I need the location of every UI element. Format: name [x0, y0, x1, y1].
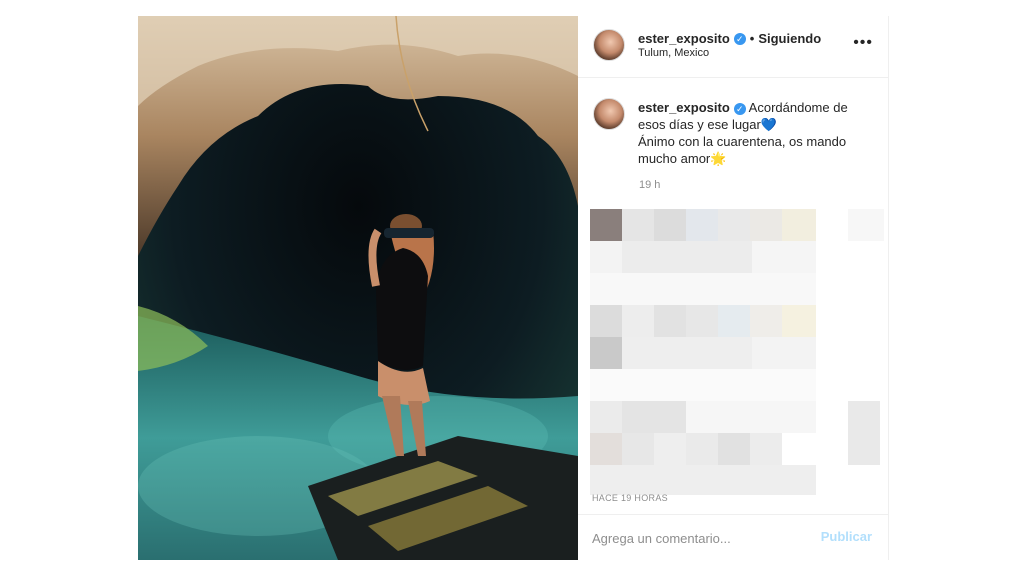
caption-age: 19 h	[639, 179, 661, 191]
post-side-panel: ester_exposito ✓ • Siguiendo Tulum, Mexi…	[578, 16, 889, 560]
blur-block	[622, 241, 752, 273]
blur-block	[590, 465, 816, 495]
blur-block	[590, 305, 622, 337]
post-header: ester_exposito ✓ • Siguiendo Tulum, Mexi…	[578, 16, 888, 78]
verified-badge-icon: ✓	[733, 103, 746, 115]
author-username-row: ester_exposito ✓ • Siguiendo	[638, 31, 821, 46]
post-timestamp[interactable]: HACE 19 HORAS	[592, 493, 668, 503]
blur-block	[750, 305, 782, 337]
blur-block	[622, 433, 654, 465]
author-avatar[interactable]	[593, 29, 625, 61]
blur-block	[654, 305, 686, 337]
caption-line-2: Ánimo con la cuarentena, os mando mucho …	[638, 134, 847, 166]
post-caption: ester_exposito ✓ Acordándome de esos días…	[638, 99, 873, 167]
blur-block	[686, 209, 718, 241]
blur-block	[686, 305, 718, 337]
more-options-icon[interactable]: •••	[853, 34, 873, 52]
blur-block	[752, 337, 816, 369]
publish-button[interactable]: Publicar	[821, 529, 872, 544]
blur-block	[686, 401, 816, 433]
blur-block	[590, 273, 816, 305]
caption-username[interactable]: ester_exposito	[638, 100, 730, 115]
blur-block	[718, 433, 750, 465]
comment-input[interactable]	[592, 527, 812, 549]
star-emoji: 🌟	[710, 151, 727, 166]
blur-block	[782, 209, 816, 241]
blur-block	[686, 433, 718, 465]
blur-block	[590, 209, 622, 241]
blur-block	[590, 337, 622, 369]
blur-block	[622, 337, 752, 369]
blur-block	[848, 401, 880, 465]
cenote-cave-image	[138, 16, 578, 560]
blur-block	[752, 241, 816, 273]
blur-block	[654, 209, 686, 241]
blur-block	[590, 433, 622, 465]
author-username[interactable]: ester_exposito	[638, 31, 730, 46]
follow-status-button[interactable]: Siguiendo	[758, 31, 821, 46]
blur-block	[750, 433, 782, 465]
comment-bar: Publicar	[578, 514, 888, 561]
blur-block	[622, 401, 686, 433]
blur-block	[718, 209, 750, 241]
blur-block	[622, 305, 654, 337]
blur-block	[622, 209, 654, 241]
verified-badge-icon: ✓	[733, 32, 746, 45]
blur-block	[848, 209, 884, 241]
instagram-post-modal: ester_exposito ✓ • Siguiendo Tulum, Mexi…	[138, 16, 889, 560]
caption-avatar[interactable]	[593, 98, 625, 130]
post-photo[interactable]	[138, 16, 578, 560]
blur-block	[718, 305, 750, 337]
post-location[interactable]: Tulum, Mexico	[638, 47, 709, 59]
blur-block	[750, 209, 782, 241]
blur-block	[590, 369, 816, 401]
blur-block	[590, 401, 622, 433]
blurred-comments-area	[578, 209, 888, 499]
separator-dot: •	[749, 31, 755, 46]
blue-heart-emoji: 💙	[760, 117, 778, 132]
blur-block	[782, 305, 816, 337]
blur-block	[654, 433, 686, 465]
blur-block	[590, 241, 622, 273]
